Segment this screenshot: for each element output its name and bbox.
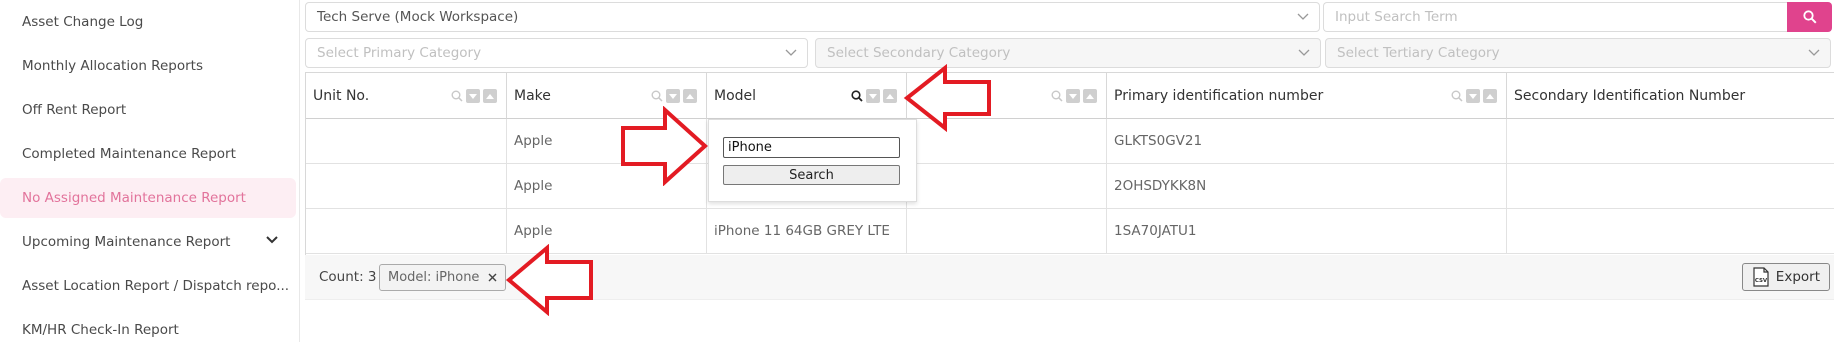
sidebar-item-monthly-allocation-reports[interactable]: Monthly Allocation Reports bbox=[0, 46, 296, 86]
sort-ascending-icon[interactable] bbox=[683, 89, 697, 103]
column-search-popup: iPhone Search bbox=[708, 119, 917, 202]
column-header-primary-id: Primary identification number bbox=[1107, 73, 1507, 119]
sidebar-item-label: Completed Maintenance Report bbox=[22, 146, 236, 162]
sidebar: Asset Change Log Monthly Allocation Repo… bbox=[0, 0, 300, 342]
secondary-category-placeholder: Select Secondary Category bbox=[827, 45, 1011, 61]
column-header-label: Make bbox=[514, 87, 551, 104]
workspace-select[interactable]: Tech Serve (Mock Workspace) bbox=[305, 2, 1320, 32]
csv-file-icon: CSV bbox=[1752, 267, 1770, 287]
cell-secondary-id bbox=[1507, 209, 1834, 254]
column-header-label: Unit No. bbox=[313, 87, 370, 104]
sidebar-item-asset-change-log[interactable]: Asset Change Log bbox=[0, 2, 296, 42]
cell-unit bbox=[306, 119, 507, 164]
cell-col4 bbox=[907, 209, 1107, 254]
sidebar-item-label: Off Rent Report bbox=[22, 102, 127, 118]
sidebar-item-upcoming-maintenance-report[interactable]: Upcoming Maintenance Report bbox=[0, 222, 296, 262]
sidebar-item-label: No Assigned Maintenance Report bbox=[22, 190, 246, 206]
chevron-down-icon bbox=[1808, 49, 1820, 57]
annotation-arrow-right-icon bbox=[621, 106, 708, 186]
sidebar-item-no-assigned-maintenance-report[interactable]: No Assigned Maintenance Report bbox=[0, 178, 296, 218]
search-button[interactable] bbox=[1787, 2, 1832, 32]
cell-text: Apple bbox=[514, 223, 553, 239]
cell-primary-id: 2OHSDYKK8N bbox=[1107, 164, 1507, 209]
sidebar-item-label: Asset Change Log bbox=[22, 14, 144, 30]
search-icon[interactable] bbox=[651, 90, 663, 102]
column-header-label: Primary identification number bbox=[1114, 87, 1324, 104]
column-search-input[interactable]: iPhone bbox=[723, 137, 900, 158]
sort-descending-icon[interactable] bbox=[1066, 89, 1080, 103]
column-header-unit-no: Unit No. bbox=[306, 73, 507, 119]
chevron-down-icon bbox=[266, 235, 278, 245]
chevron-down-icon bbox=[1298, 49, 1310, 57]
cell-secondary-id bbox=[1507, 119, 1834, 164]
search-icon[interactable] bbox=[1051, 90, 1063, 102]
workspace-select-value: Tech Serve (Mock Workspace) bbox=[317, 9, 519, 25]
export-label: Export bbox=[1775, 269, 1820, 285]
annotation-arrow-left-icon bbox=[903, 64, 991, 132]
cell-unit bbox=[306, 164, 507, 209]
primary-category-select[interactable]: Select Primary Category bbox=[305, 38, 808, 68]
filter-chip-label: Model: iPhone bbox=[388, 270, 480, 285]
sort-ascending-icon[interactable] bbox=[1483, 89, 1497, 103]
active-filter-chip[interactable]: Model: iPhone bbox=[379, 264, 507, 291]
column-header-label: Secondary Identification Number bbox=[1514, 87, 1746, 104]
sort-ascending-icon[interactable] bbox=[883, 89, 897, 103]
search-icon[interactable] bbox=[1451, 90, 1463, 102]
search-icon bbox=[1802, 10, 1817, 24]
sort-descending-icon[interactable] bbox=[666, 89, 680, 103]
primary-category-placeholder: Select Primary Category bbox=[317, 45, 482, 61]
cell-text: iPhone 11 64GB GREY LTE bbox=[714, 223, 890, 239]
close-icon[interactable] bbox=[488, 273, 497, 282]
column-search-button-label: Search bbox=[789, 167, 834, 183]
export-button[interactable]: CSV Export bbox=[1741, 263, 1830, 291]
cell-text: Apple bbox=[514, 178, 553, 194]
annotation-arrow-left-icon bbox=[505, 244, 593, 316]
sidebar-item-completed-maintenance-report[interactable]: Completed Maintenance Report bbox=[0, 134, 296, 174]
sidebar-item-label: Asset Location Report / Dispatch repo... bbox=[22, 278, 290, 294]
search-icon[interactable] bbox=[451, 90, 463, 102]
sort-ascending-icon[interactable] bbox=[483, 89, 497, 103]
tertiary-category-placeholder: Select Tertiary Category bbox=[1337, 45, 1500, 61]
sort-descending-icon[interactable] bbox=[866, 89, 880, 103]
cell-secondary-id bbox=[1507, 164, 1834, 209]
secondary-category-select[interactable]: Select Secondary Category bbox=[815, 38, 1321, 68]
cell-text: 1SA70JATU1 bbox=[1114, 223, 1197, 239]
cell-primary-id: 1SA70JATU1 bbox=[1107, 209, 1507, 254]
cell-col4 bbox=[907, 164, 1107, 209]
tertiary-category-select[interactable]: Select Tertiary Category bbox=[1325, 38, 1831, 68]
cell-model: iPhone 11 64GB GREY LTE bbox=[707, 209, 907, 254]
column-header-model: Model bbox=[707, 73, 907, 119]
column-header-label: Model bbox=[714, 87, 757, 104]
chevron-down-icon bbox=[785, 49, 797, 57]
cell-text: Apple bbox=[514, 133, 553, 149]
cell-text: 2OHSDYKK8N bbox=[1114, 178, 1207, 194]
svg-text:CSV: CSV bbox=[1755, 278, 1768, 284]
cell-text: GLKTS0GV21 bbox=[1114, 133, 1203, 149]
sort-descending-icon[interactable] bbox=[1466, 89, 1480, 103]
column-search-input-value: iPhone bbox=[728, 140, 772, 155]
search-icon[interactable] bbox=[851, 90, 863, 102]
sidebar-item-label: KM/HR Check-In Report bbox=[22, 322, 179, 338]
column-header-secondary-id: Secondary Identification Number bbox=[1507, 73, 1834, 119]
sidebar-item-label: Monthly Allocation Reports bbox=[22, 58, 203, 74]
sidebar-item-km-hr-check-in-report[interactable]: KM/HR Check-In Report bbox=[0, 310, 296, 342]
cell-primary-id: GLKTS0GV21 bbox=[1107, 119, 1507, 164]
sort-descending-icon[interactable] bbox=[466, 89, 480, 103]
search-input[interactable]: Input Search Term bbox=[1323, 2, 1789, 32]
sidebar-item-off-rent-report[interactable]: Off Rent Report bbox=[0, 90, 296, 130]
column-search-button[interactable]: Search bbox=[723, 165, 900, 185]
cell-unit bbox=[306, 209, 507, 254]
chevron-down-icon bbox=[1297, 13, 1309, 21]
sidebar-item-label: Upcoming Maintenance Report bbox=[22, 234, 231, 250]
search-input-placeholder: Input Search Term bbox=[1335, 9, 1458, 25]
sort-ascending-icon[interactable] bbox=[1083, 89, 1097, 103]
sidebar-item-asset-location-report[interactable]: Asset Location Report / Dispatch repo... bbox=[0, 266, 296, 306]
row-count: Count: 3 bbox=[319, 269, 377, 285]
